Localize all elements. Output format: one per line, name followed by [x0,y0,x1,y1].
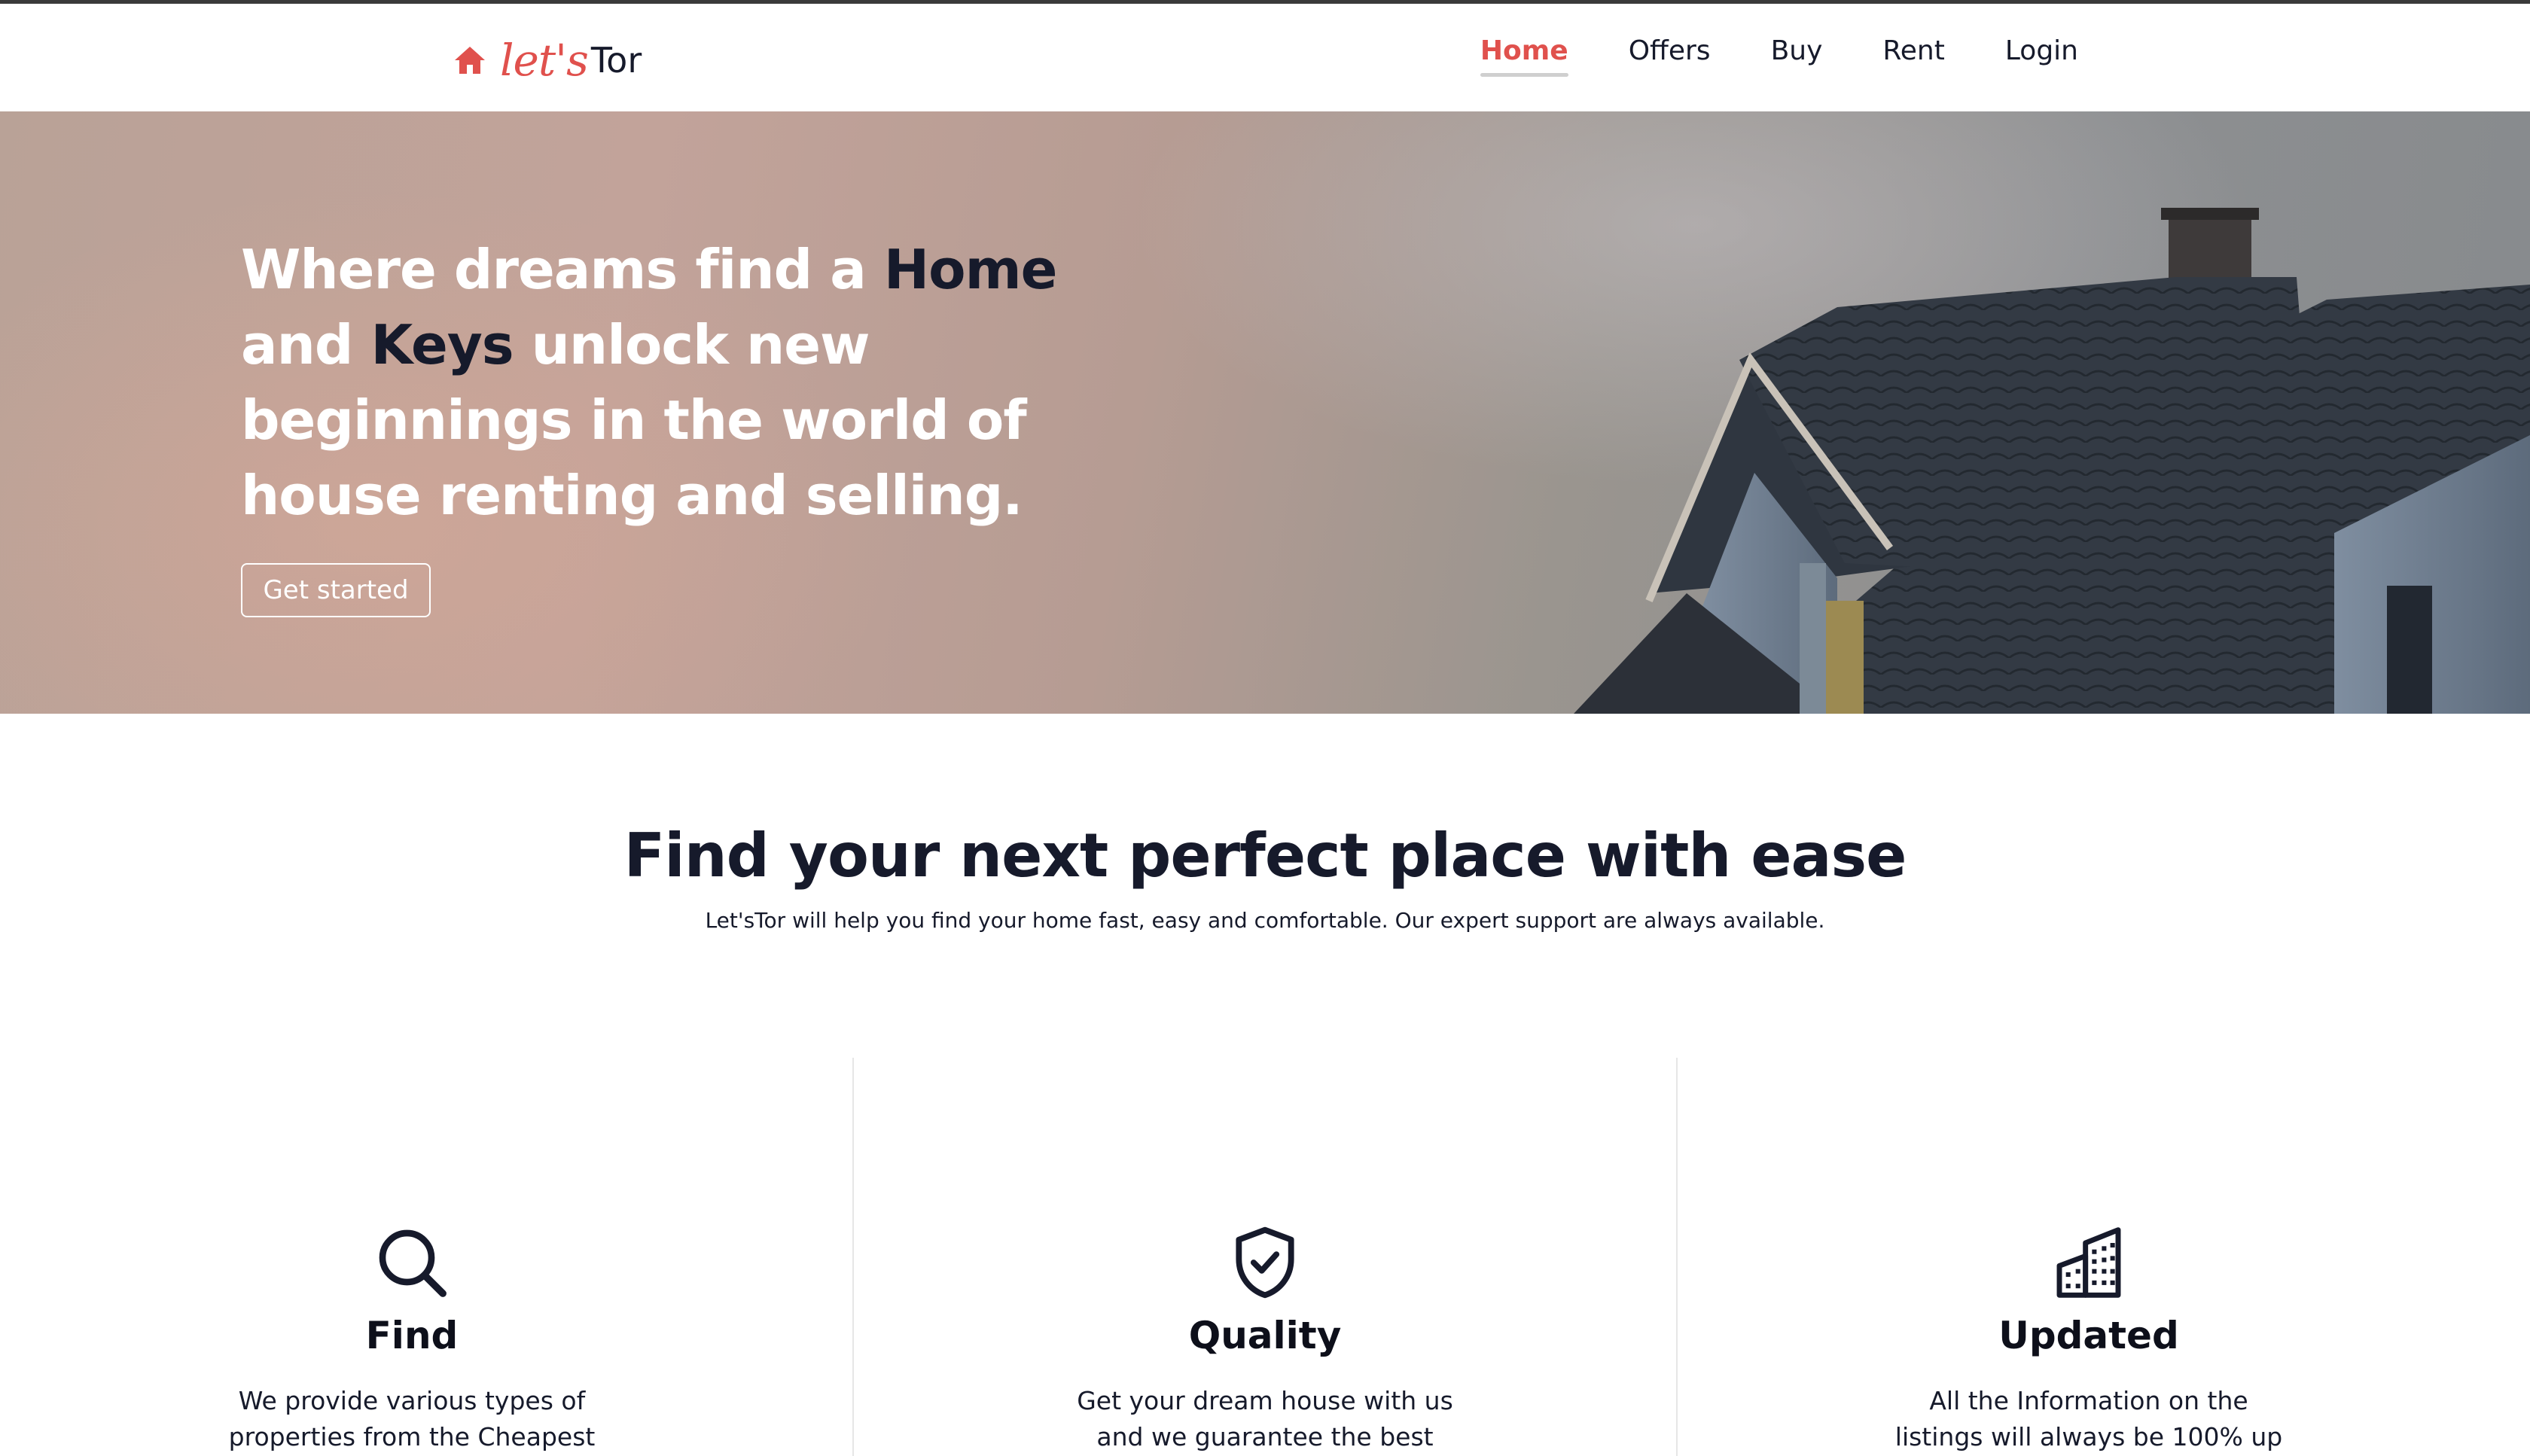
nav-buy[interactable]: Buy [1771,35,1823,77]
section-title: Find your next perfect place with ease [623,821,1907,891]
feature-description: Get your dream house with us and we guar… [1077,1386,1453,1451]
brand-logo[interactable]: let's Tor [452,34,642,87]
section-subtitle: Let'sTor will help you find your home fa… [705,908,1825,933]
hero-headline: Where dreams find a Home and Keys unlock… [241,232,1099,533]
features-row: Find We provide various types of propert… [0,1058,2530,1456]
nav-rent[interactable]: Rent [1882,35,1944,77]
nav-login[interactable]: Login [2005,35,2078,77]
brand-script: let's [500,35,589,86]
feature-description: We provide various types of properties f… [228,1386,596,1451]
feature-title: Find [365,1314,459,1357]
feature-description: All the Information on the listings will… [1894,1386,2283,1451]
nav-offers[interactable]: Offers [1629,35,1711,77]
brand-name: Tor [590,40,642,81]
headline-highlight-home: Home [883,238,1058,301]
nav-home[interactable]: Home [1480,35,1568,77]
main-nav: Home Offers Buy Rent Login [1480,35,2078,77]
buildings-icon [2056,1227,2121,1298]
navbar: let's Tor Home Offers Buy Rent Login [0,4,2530,111]
feature-title: Updated [1998,1314,2179,1357]
feature-title: Quality [1188,1314,1342,1357]
hero-banner: Where dreams find a Home and Keys unlock… [0,111,2530,714]
get-started-button[interactable]: Get started [241,563,431,617]
headline-text: and [241,313,371,376]
feature-card-updated: Updated All the Information on the listi… [1677,1058,2501,1456]
house-roof-image [1574,208,2530,714]
headline-highlight-keys: Keys [370,313,514,376]
feature-card-find: Find We provide various types of propert… [0,1058,824,1456]
shield-check-icon [1236,1226,1294,1299]
search-icon [379,1229,447,1297]
feature-card-quality: Quality Get your dream house with us and… [853,1058,1677,1456]
home-icon [455,47,485,74]
headline-text: Where dreams find a [241,238,884,301]
